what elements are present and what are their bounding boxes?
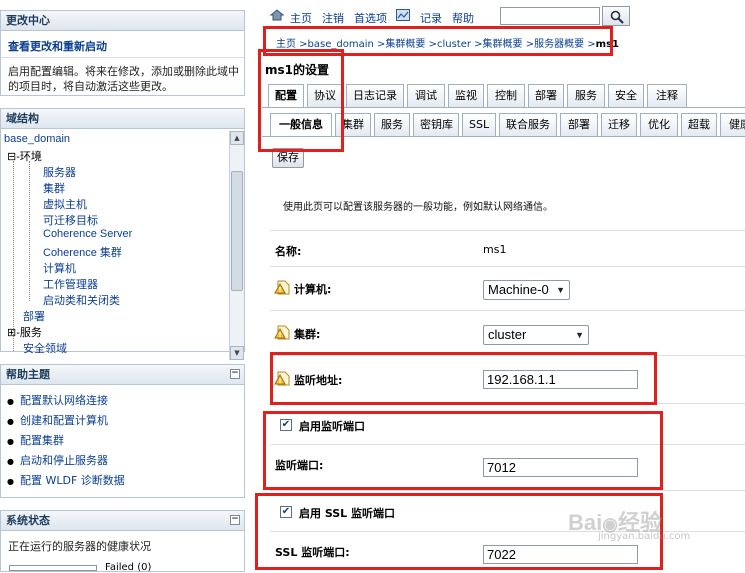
chevron-down-icon: ▼ — [575, 330, 584, 340]
health-bar — [9, 565, 97, 571]
domain-structure-panel: 域结构 base_domain ⊟-环境 服务器 集群 虚拟主机 可迁移目标 C… — [0, 108, 245, 360]
tree-item-servers[interactable]: 服务器 — [43, 164, 76, 180]
collapse-icon[interactable]: − — [230, 515, 240, 525]
tree-item-coherence-server[interactable]: Coherence Server — [43, 228, 132, 240]
help-topic-link[interactable]: 创建和配置计算机 — [1, 411, 244, 431]
tree-guide-line — [13, 161, 14, 351]
page-description: 使用此页可以配置该服务器的一般功能，例如默认网络通信。 — [283, 202, 553, 213]
tree-item-work-managers[interactable]: 工作管理器 — [43, 276, 98, 292]
change-center-desc-1: 启用配置编辑。将来在修改，添加或删除此域中 — [8, 65, 239, 78]
highlight-listen-port — [263, 411, 663, 490]
change-center-panel: 更改中心 查看更改和重新启动 启用配置编辑。将来在修改，添加或删除此域中 的项目… — [0, 10, 245, 96]
tree-scrollbar[interactable]: ▲ ▼ — [229, 131, 244, 360]
tab-deployments[interactable]: 部署 — [528, 84, 564, 107]
tree-item-base-domain[interactable]: base_domain — [4, 133, 70, 145]
machine-select[interactable]: Machine-0 ▼ — [483, 280, 570, 300]
help-topic-link[interactable]: 配置默认网络连接 — [1, 391, 244, 411]
tree-item-coherence-cluster[interactable]: Coherence 集群 — [43, 244, 122, 260]
help-topic-list: 配置默认网络连接 创建和配置计算机 配置集群 启动和停止服务器 配置 WLDF … — [1, 385, 244, 491]
watermark-url: jingyan.baidu.com — [598, 531, 691, 542]
help-topics-panel: 帮助主题 − 配置默认网络连接 创建和配置计算机 配置集群 启动和停止服务器 配… — [0, 364, 245, 498]
collapse-icon[interactable]: − — [230, 369, 240, 379]
help-topics-title: 帮助主题 − — [1, 365, 244, 385]
domain-tree: base_domain ⊟-环境 服务器 集群 虚拟主机 可迁移目标 Coher… — [1, 131, 229, 363]
tree-item-security-realms[interactable]: 安全领域 — [23, 340, 67, 356]
tab-security[interactable]: 安全 — [608, 84, 644, 107]
highlight-listen-address — [270, 352, 657, 405]
config-warning-icon — [274, 280, 290, 295]
tree-item-migratable-targets[interactable]: 可迁移目标 — [43, 212, 98, 228]
preferences-link[interactable]: 首选项 — [354, 10, 387, 26]
help-link[interactable]: 帮助 — [452, 10, 474, 26]
system-status-title: 系统状态 − — [1, 511, 244, 531]
cluster-selected: cluster — [488, 327, 527, 342]
cluster-select[interactable]: cluster ▼ — [483, 325, 589, 345]
help-topic-link[interactable]: 配置集群 — [1, 431, 244, 451]
subtab-deployment[interactable]: 部署 — [560, 113, 598, 136]
machine-label: 计算机: — [294, 283, 332, 296]
scroll-thumb[interactable] — [231, 171, 243, 291]
change-center-desc-2: 的项目时，将自动激活这些更改。 — [8, 80, 173, 93]
name-label: 名称: — [275, 245, 302, 258]
scroll-up-icon[interactable]: ▲ — [230, 131, 244, 145]
scroll-down-icon[interactable]: ▼ — [230, 346, 244, 360]
help-topic-link[interactable]: 启动和停止服务器 — [1, 451, 244, 471]
subtab-federation[interactable]: 联合服务 — [499, 113, 557, 136]
home-icon — [270, 9, 284, 21]
divider — [270, 490, 745, 491]
highlight-tabs — [258, 49, 344, 152]
subtab-overload[interactable]: 超载 — [681, 113, 717, 136]
tree-item-clusters[interactable]: 集群 — [43, 180, 65, 196]
divider — [270, 230, 745, 231]
tree-guide-line — [29, 161, 30, 301]
chevron-down-icon: ▼ — [556, 285, 565, 295]
search-input[interactable] — [500, 7, 600, 25]
record-link[interactable]: 记录 — [420, 10, 442, 26]
tree-item-startup-shutdown[interactable]: 启动类和关闭类 — [43, 292, 120, 308]
tab-logging[interactable]: 日志记录 — [346, 84, 404, 107]
system-status-subtitle: 正在运行的服务器的健康状况 — [8, 540, 151, 553]
name-value: ms1 — [483, 243, 507, 256]
tab-monitoring[interactable]: 监视 — [448, 84, 484, 107]
config-warning-icon — [274, 325, 290, 340]
subtab-health[interactable]: 健康 — [720, 113, 745, 136]
search-icon — [610, 10, 624, 24]
tab-services[interactable]: 服务 — [567, 84, 605, 107]
top-toolbar: 主页 注销 首选项 记录 帮助 — [262, 4, 745, 28]
divider — [270, 310, 745, 311]
subtab-tuning[interactable]: 优化 — [640, 113, 678, 136]
view-changes-link[interactable]: 查看更改和重新启动 — [8, 38, 107, 54]
machine-selected: Machine-0 — [488, 282, 549, 297]
tab-notes[interactable]: 注释 — [647, 84, 687, 107]
cluster-label: 集群: — [294, 328, 321, 341]
tree-item-virtual-hosts[interactable]: 虚拟主机 — [43, 196, 87, 212]
tab-control[interactable]: 控制 — [487, 84, 525, 107]
tree-item-machines[interactable]: 计算机 — [43, 260, 76, 276]
subtab-services[interactable]: 服务 — [374, 113, 410, 136]
divider — [1, 57, 244, 58]
record-icon — [396, 9, 410, 21]
failed-count: Failed (0) — [105, 562, 152, 573]
tree-item-deployments[interactable]: 部署 — [23, 308, 45, 324]
help-topic-link[interactable]: 配置 WLDF 诊断数据 — [1, 471, 244, 491]
subtab-ssl[interactable]: SSL — [462, 113, 496, 136]
system-status-title-text: 系统状态 — [6, 514, 50, 527]
subtab-migration[interactable]: 迁移 — [601, 113, 637, 136]
logout-link[interactable]: 注销 — [322, 10, 344, 26]
search-button[interactable] — [602, 6, 630, 26]
help-topics-title-text: 帮助主题 — [6, 368, 50, 381]
subtab-keystores[interactable]: 密钥库 — [413, 113, 459, 136]
home-link[interactable]: 主页 — [290, 10, 312, 26]
domain-structure-title: 域结构 — [1, 109, 244, 129]
change-center-title: 更改中心 — [1, 11, 244, 31]
system-status-panel: 系统状态 − 正在运行的服务器的健康状况 Failed (0) — [0, 510, 245, 573]
divider — [270, 266, 745, 267]
tab-debug[interactable]: 调试 — [407, 84, 445, 107]
